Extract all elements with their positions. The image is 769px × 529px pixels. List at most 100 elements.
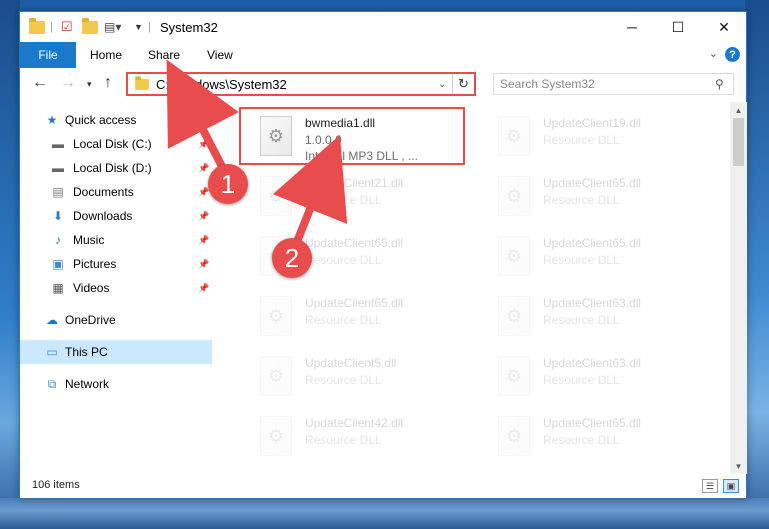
tab-home[interactable]: Home bbox=[90, 48, 122, 62]
file-detail: Resource DLL bbox=[543, 193, 620, 207]
file-item[interactable]: ⚙ UpdateClient63.dll Resource DLL bbox=[492, 288, 722, 344]
scroll-up-icon[interactable]: ▲ bbox=[730, 102, 747, 118]
file-name: UpdateClient19.dll bbox=[543, 116, 642, 130]
vertical-scrollbar[interactable]: ▲ ▼ bbox=[730, 102, 747, 474]
step-badge-1: 1 bbox=[208, 164, 248, 204]
nav-item-label: Local Disk (C:) bbox=[73, 137, 152, 151]
minimize-button[interactable]: ─ bbox=[609, 12, 655, 42]
large-icons-view-icon[interactable]: ▣ bbox=[723, 479, 739, 493]
file-detail: Resource DLL bbox=[543, 253, 620, 267]
desktop-background-right bbox=[745, 0, 769, 529]
tab-view[interactable]: View bbox=[207, 48, 233, 62]
back-button[interactable]: ← bbox=[32, 74, 48, 92]
maximize-button[interactable]: ☐ bbox=[655, 12, 701, 42]
pin-icon: 📌 bbox=[198, 258, 210, 269]
item-count: 106 items bbox=[32, 479, 80, 491]
file-item[interactable]: ⚙ UpdateClient42.dll Resource DLL bbox=[254, 408, 484, 464]
file-detail: Resource DLL bbox=[543, 313, 620, 327]
file-item[interactable]: ⚙ UpdateClient63.dll Resource DLL bbox=[492, 348, 722, 404]
nav-item-documents[interactable]: ▤ Documents 📌 bbox=[20, 180, 212, 204]
dll-file-icon: ⚙ bbox=[260, 296, 292, 336]
nav-item-label: Videos bbox=[73, 281, 110, 295]
nav-item-label: This PC bbox=[65, 345, 108, 359]
file-detail: Resource DLL bbox=[305, 193, 382, 207]
file-name: UpdateClient63.dll bbox=[543, 296, 642, 310]
nav-item-onedrive[interactable]: ☁ OneDrive bbox=[20, 308, 212, 332]
nav-item-local-disk-c[interactable]: ▬ Local Disk (C:) 📌 bbox=[20, 132, 212, 156]
computer-icon: ▭ bbox=[46, 345, 58, 359]
up-button[interactable]: ↑ bbox=[104, 74, 112, 92]
desktop-background-left bbox=[0, 0, 20, 529]
folder-icon bbox=[135, 75, 149, 90]
nav-item-local-disk-d[interactable]: ▬ Local Disk (D:) 📌 bbox=[20, 156, 212, 180]
dll-file-icon: ⚙ bbox=[498, 116, 530, 156]
file-name: UpdateClient65.dll bbox=[543, 236, 642, 250]
help-icon[interactable]: ? bbox=[725, 47, 740, 62]
file-detail: Resource DLL bbox=[543, 373, 620, 387]
file-item[interactable]: ⚙ UpdateClient65.dll Resource DLL bbox=[492, 228, 722, 284]
nav-item-music[interactable]: ♪ Music 📌 bbox=[20, 228, 212, 252]
quick-access-dropdown-icon[interactable]: ▼ bbox=[134, 19, 143, 35]
search-input[interactable]: Search System32 bbox=[500, 77, 715, 91]
nav-item-label: Quick access bbox=[65, 113, 137, 127]
forward-button[interactable]: → bbox=[60, 74, 76, 92]
search-box[interactable]: Search System32 ⚲ bbox=[493, 73, 734, 95]
separator: | bbox=[50, 21, 53, 33]
close-button[interactable]: ✕ bbox=[701, 12, 747, 42]
nav-item-pictures[interactable]: ▣ Pictures 📌 bbox=[20, 252, 212, 276]
dll-file-icon: ⚙ bbox=[498, 176, 530, 216]
file-detail: Resource DLL bbox=[543, 433, 620, 447]
folder-icon bbox=[29, 17, 45, 35]
step-badge-2: 2 bbox=[272, 238, 312, 278]
scrollbar-thumb[interactable] bbox=[733, 118, 744, 166]
address-bar[interactable]: C:\Windows\System32 ⌄ ↻ bbox=[126, 72, 476, 96]
status-bar: 106 items ☰ ▣ bbox=[20, 474, 746, 498]
recent-locations-icon[interactable]: ▾ bbox=[87, 79, 92, 90]
scroll-down-icon[interactable]: ▼ bbox=[730, 458, 747, 474]
cloud-icon: ☁ bbox=[46, 313, 58, 327]
nav-item-videos[interactable]: ▦ Videos 📌 bbox=[20, 276, 212, 300]
address-row: ← → ▾ ↑ C:\Windows\System32 ⌄ ↻ Search S… bbox=[20, 68, 746, 100]
title-bar: | ☑ ▤▾ ▼ | System32 ─ ☐ ✕ bbox=[20, 12, 746, 42]
dll-file-icon: ⚙ bbox=[498, 236, 530, 276]
file-item[interactable]: ⚙ UpdateClient65.dll Resource DLL bbox=[492, 408, 722, 464]
nav-item-downloads[interactable]: ⬇ Downloads 📌 bbox=[20, 204, 212, 228]
drive-icon: ▬ bbox=[52, 137, 64, 151]
file-item[interactable]: ⚙ UpdateClient21.dll Resource DLL bbox=[254, 168, 484, 224]
file-item[interactable]: ⚙ UpdateClient65.dll Resource DLL bbox=[492, 168, 722, 224]
search-icon: ⚲ bbox=[715, 77, 724, 91]
file-detail: Resource DLL bbox=[305, 313, 382, 327]
tab-file[interactable]: File bbox=[20, 42, 76, 68]
address-path[interactable]: C:\Windows\System32 bbox=[156, 77, 438, 92]
pin-icon: 📌 bbox=[198, 210, 210, 221]
file-name: UpdateClient42.dll bbox=[305, 416, 404, 430]
expand-ribbon-icon[interactable]: ⌄ bbox=[709, 47, 718, 60]
nav-item-label: Network bbox=[65, 377, 110, 391]
documents-icon: ▤ bbox=[52, 185, 64, 199]
file-item[interactable]: ⚙ UpdateClient19.dll Resource DLL bbox=[492, 108, 722, 164]
nav-item-this-pc[interactable]: ▭ This PC bbox=[20, 340, 212, 364]
dll-file-icon: ⚙ bbox=[498, 296, 530, 336]
new-folder-icon[interactable] bbox=[82, 17, 98, 35]
window-title: System32 bbox=[160, 20, 218, 35]
nav-item-label: Music bbox=[73, 233, 105, 247]
nav-item-quick-access[interactable]: ★ Quick access bbox=[20, 108, 212, 132]
file-item[interactable]: ⚙ UpdateClient5.dll Resource DLL bbox=[254, 348, 484, 404]
file-item[interactable]: ⚙ UpdateClient65.dll Resource DLL bbox=[254, 288, 484, 344]
chevron-down-icon[interactable]: ⌄ bbox=[438, 79, 452, 90]
file-explorer-window: | ☑ ▤▾ ▼ | System32 ─ ☐ ✕ File Home Shar… bbox=[19, 11, 747, 498]
music-icon: ♪ bbox=[55, 233, 61, 247]
nav-item-label: Downloads bbox=[73, 209, 133, 223]
navigation-pane: ★ Quick access ▬ Local Disk (C:) 📌 ▬ Local Dis… bbox=[20, 102, 212, 474]
downloads-icon: ⬇ bbox=[52, 209, 64, 223]
dll-file-icon: ⚙ bbox=[260, 356, 292, 396]
separator: | bbox=[148, 21, 151, 33]
pin-icon: 📌 bbox=[198, 234, 210, 245]
nav-item-network[interactable]: ⧉ Network bbox=[20, 372, 212, 396]
tab-share[interactable]: Share bbox=[148, 48, 180, 62]
details-view-icon[interactable]: ☰ bbox=[702, 479, 718, 493]
properties-icon[interactable]: ☑ bbox=[61, 19, 73, 35]
refresh-icon[interactable]: ↻ bbox=[452, 74, 474, 94]
file-name: UpdateClient65.dll bbox=[305, 296, 404, 310]
customize-quick-access-icon[interactable]: ▤▾ bbox=[104, 19, 121, 35]
